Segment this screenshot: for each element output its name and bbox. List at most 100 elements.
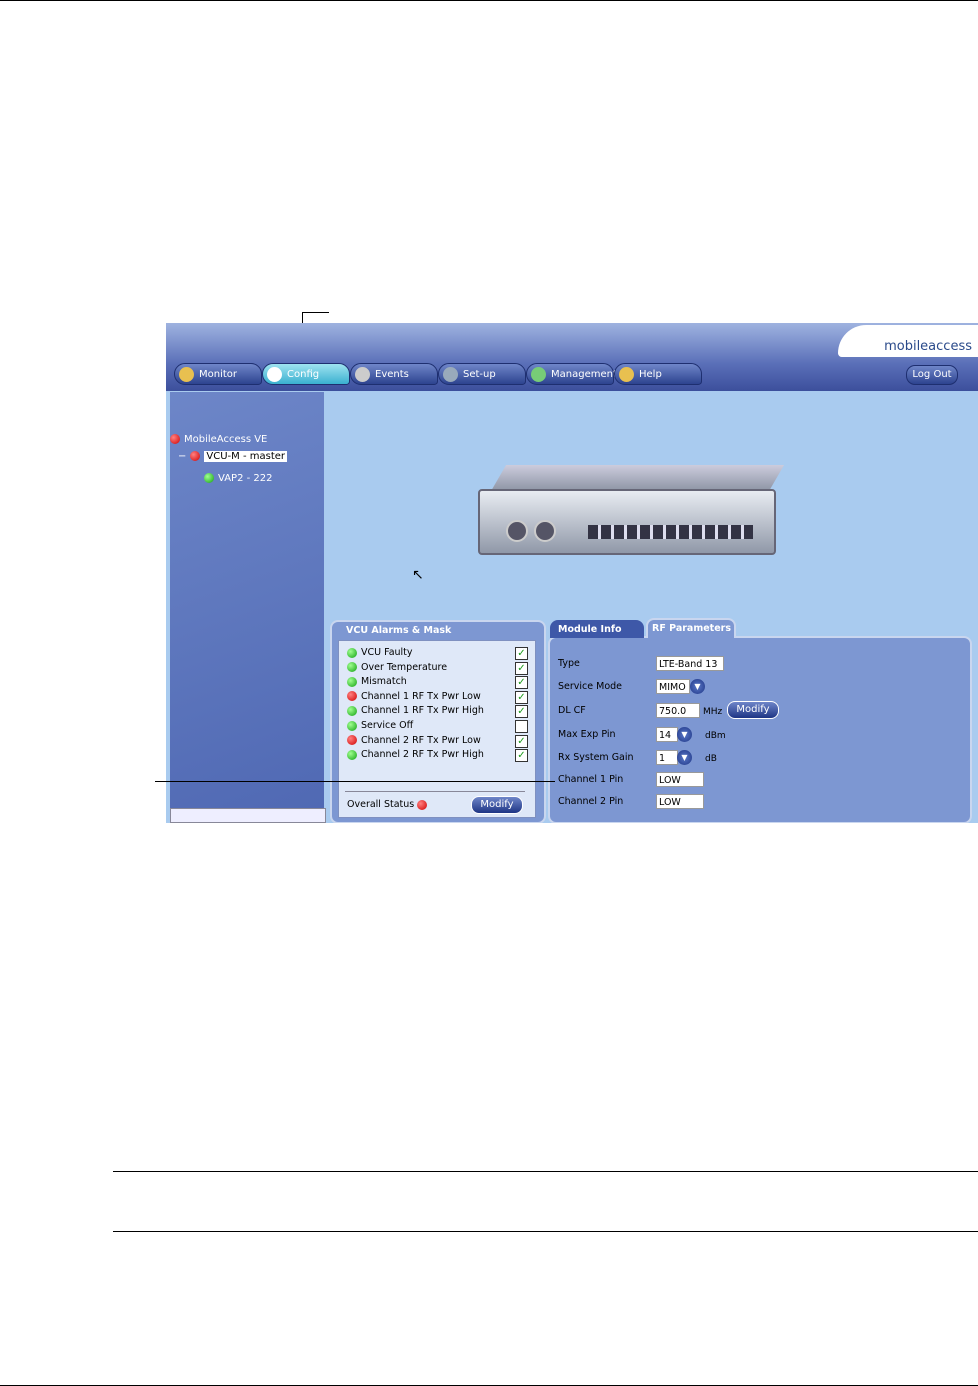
events-icon xyxy=(355,367,370,382)
alarm-label: Mismatch xyxy=(361,676,407,688)
tab-label: Set-up xyxy=(463,369,496,380)
monitor-icon xyxy=(179,367,194,382)
service-mode-select[interactable]: MIMO xyxy=(656,679,690,694)
channel1-pin-field: LOW xyxy=(656,772,704,787)
tree-label: VAP2 - 222 xyxy=(218,473,273,484)
mask-checkbox[interactable]: ✓ xyxy=(515,749,528,763)
top-rule xyxy=(0,0,978,1)
alarms-modify-button[interactable]: Modify xyxy=(471,796,523,814)
status-green-icon xyxy=(347,749,357,760)
collapse-icon[interactable]: − xyxy=(178,451,186,462)
tab-label: Help xyxy=(639,369,662,380)
mask-checkbox[interactable]: ✓ xyxy=(515,661,528,675)
chevron-down-icon[interactable]: ▼ xyxy=(677,727,692,742)
app-screenshot: mobileaccess Monitor Config Events Set-u… xyxy=(166,323,978,823)
status-red-icon xyxy=(347,691,357,702)
tab-module-info[interactable]: Module Info xyxy=(550,620,644,638)
status-red-icon xyxy=(417,799,428,810)
dlcf-label: DL CF xyxy=(558,705,586,716)
alarm-row: Service Off xyxy=(347,720,413,731)
status-red-icon xyxy=(347,735,357,746)
header: mobileaccess Monitor Config Events Set-u… xyxy=(166,323,978,391)
pin-unit: dBm xyxy=(705,731,726,741)
alarm-label: Service Off xyxy=(361,720,414,731)
tree-item[interactable]: VAP2 - 222 xyxy=(204,473,273,484)
horizontal-scrollbar[interactable] xyxy=(170,808,326,823)
mask-checkbox[interactable] xyxy=(515,720,528,733)
setup-icon xyxy=(443,367,458,382)
tab-label: Events xyxy=(375,369,409,380)
status-red-icon xyxy=(170,434,180,444)
alarm-row: VCU Faulty xyxy=(347,647,413,658)
overall-status-label: Overall Status xyxy=(347,799,415,810)
tab-label: Management xyxy=(551,369,617,380)
status-red-icon xyxy=(190,451,201,461)
rx-gain-select[interactable]: 1 xyxy=(656,750,678,765)
note-rule-bottom xyxy=(113,1231,978,1232)
alarm-label: Channel 2 RF Tx Pwr Low xyxy=(361,734,481,746)
status-green-icon xyxy=(347,647,357,658)
alarm-row: Mismatch xyxy=(347,676,407,687)
management-icon xyxy=(531,367,546,382)
alarm-row: Channel 1 RF Tx Pwr Low xyxy=(347,691,481,702)
divider xyxy=(345,791,525,792)
tab-monitor[interactable]: Monitor xyxy=(174,363,262,385)
vcu-alarms-panel: VCU Alarms & Mask VCU Faulty ✓ Over Temper… xyxy=(330,620,546,823)
sidebar-tree: MobileAccess VE − VCU-M - master VAP2 - 2… xyxy=(170,392,324,823)
alarm-list: VCU Faulty ✓ Over Temperature ✓ Mismatch ✓ Cha… xyxy=(338,640,536,818)
gain-unit: dB xyxy=(705,754,717,764)
callout-line xyxy=(155,781,555,782)
status-green-icon xyxy=(204,473,214,483)
tree-item[interactable]: − VCU-M - master xyxy=(178,451,287,462)
mask-checkbox[interactable]: ✓ xyxy=(515,676,528,690)
rf-modify-button[interactable]: Modify xyxy=(727,701,779,719)
service-mode-label: Service Mode xyxy=(558,681,623,692)
tab-management[interactable]: Management xyxy=(526,363,617,385)
tab-rf-parameters[interactable]: RF Parameters xyxy=(646,618,736,638)
rx-gain-label: Rx System Gain xyxy=(558,752,634,763)
tab-setup[interactable]: Set-up xyxy=(438,363,526,385)
logo: mobileaccess xyxy=(838,325,978,357)
mask-checkbox[interactable]: ✓ xyxy=(515,734,528,748)
status-green-icon xyxy=(347,705,357,716)
mask-checkbox[interactable]: ✓ xyxy=(515,690,528,704)
alarm-label: Channel 1 RF Tx Pwr Low xyxy=(361,690,481,702)
tree-label: VCU-M - master xyxy=(204,451,287,462)
tab-label: Monitor xyxy=(199,369,238,380)
mask-checkbox[interactable]: ✓ xyxy=(515,647,528,660)
alarm-row: Channel 2 RF Tx Pwr Low xyxy=(347,735,481,746)
overall-status: Overall Status xyxy=(347,799,431,810)
max-exp-pin-label: Max Exp Pin xyxy=(558,729,616,740)
mask-checkbox[interactable]: ✓ xyxy=(515,705,528,719)
type-label: Type xyxy=(558,658,580,669)
dlcf-unit: MHz xyxy=(703,707,723,717)
tree-item[interactable]: MobileAccess VE xyxy=(170,434,267,445)
alarm-label: Over Temperature xyxy=(361,661,448,673)
tree-label: MobileAccess VE xyxy=(184,434,268,445)
channel1-pin-label: Channel 1 Pin xyxy=(558,774,624,785)
alarm-label: Channel 2 RF Tx Pwr High xyxy=(361,749,484,761)
channel2-pin-field: LOW xyxy=(656,794,704,809)
max-exp-pin-select[interactable]: 14 xyxy=(656,727,678,742)
logout-button[interactable]: Log Out xyxy=(906,365,958,385)
status-green-icon xyxy=(347,720,357,731)
tab-events[interactable]: Events xyxy=(350,363,438,385)
status-green-icon xyxy=(347,676,357,687)
alarm-row: Over Temperature xyxy=(347,662,447,673)
alarm-row: Channel 2 RF Tx Pwr High xyxy=(347,749,484,760)
type-field: LTE-Band 13 xyxy=(656,656,724,671)
chevron-down-icon[interactable]: ▼ xyxy=(690,679,705,694)
chevron-down-icon[interactable]: ▼ xyxy=(677,750,692,765)
tab-config[interactable]: Config xyxy=(262,363,350,385)
alarm-label: Channel 1 RF Tx Pwr High xyxy=(361,705,484,717)
tab-label: Config xyxy=(287,369,320,380)
dlcf-input[interactable]: 750.0 xyxy=(656,703,700,718)
alarm-row: Channel 1 RF Tx Pwr High xyxy=(347,705,484,716)
panel-title: VCU Alarms & Mask xyxy=(346,625,452,636)
device-image xyxy=(478,465,785,555)
mouse-cursor-icon: ↖ xyxy=(412,567,424,583)
channel2-pin-label: Channel 2 Pin xyxy=(558,796,624,807)
alarm-label: VCU Faulty xyxy=(361,647,413,658)
tab-help[interactable]: Help xyxy=(614,363,702,385)
help-icon xyxy=(619,367,634,382)
